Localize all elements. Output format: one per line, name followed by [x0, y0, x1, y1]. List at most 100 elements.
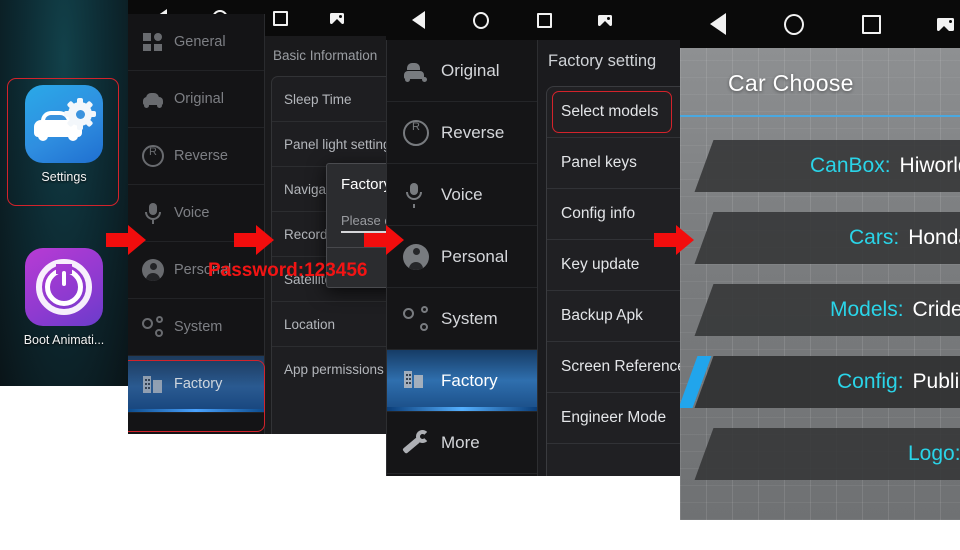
dialog-title: Factory [341, 176, 386, 193]
home-icon[interactable] [784, 13, 804, 35]
row-value: Hiworld [899, 154, 960, 177]
sidebar-item-voice[interactable]: Voice [387, 164, 537, 226]
app-label: Boot Animati... [23, 333, 105, 347]
settings-panel: General Original Reverse Voice Personal [128, 0, 386, 434]
sidebar-item-original[interactable]: Original [128, 71, 264, 128]
sidebar-item-label: Factory [174, 376, 223, 392]
car-icon [142, 88, 164, 110]
car-choose-row-cars[interactable]: Cars: Honda [694, 212, 960, 264]
recents-icon[interactable] [862, 14, 881, 34]
factory-sidebar: Original Reverse Voice Personal System [386, 40, 538, 476]
sidebar-item-label: Factory [441, 370, 498, 390]
row-label: Cars: [848, 226, 900, 249]
launcher-panel: Settings Boot Animati... [0, 0, 128, 386]
gears-icon [403, 305, 429, 332]
row-label: Models: [830, 298, 904, 321]
car-choose-row-logo[interactable]: Logo: [694, 428, 960, 480]
factory-icon [403, 368, 429, 394]
sidebar-item-general[interactable]: General [128, 14, 264, 71]
car-gear-icon [25, 85, 103, 163]
wrench-icon [402, 429, 429, 456]
row-label: CanBox: [810, 154, 891, 177]
app-label: Settings [41, 170, 87, 184]
car-choose-panel: Car Choose CanBox: Hiworld Cars: Honda M… [680, 0, 960, 520]
gear-icon [64, 98, 96, 130]
content-title: Basic Information [273, 48, 378, 63]
general-icon [142, 31, 164, 53]
row-label: Config: [837, 370, 904, 393]
screenshot-icon[interactable] [330, 12, 344, 24]
content-title: Factory setting [548, 52, 657, 70]
reverse-icon [142, 145, 164, 167]
sidebar-item-label: Reverse [441, 122, 505, 142]
factory-content: Factory setting Select models Panel keys… [538, 40, 680, 476]
car-choose-row-config[interactable]: Config: Public [694, 356, 960, 408]
list-item[interactable]: Location [272, 302, 386, 347]
person-icon [142, 259, 164, 281]
microphone-icon [403, 182, 429, 208]
sidebar-item-label: Original [441, 60, 500, 80]
sidebar-item-factory[interactable]: Factory [128, 356, 264, 413]
back-icon[interactable] [710, 13, 726, 35]
sidebar-item-label: General [174, 34, 226, 50]
car-choose-row-canbox[interactable]: CanBox: Hiworld [694, 140, 960, 192]
screenshot-stage: Settings Boot Animati... General Origina… [0, 0, 960, 550]
factory-list: Select models Panel keys Config info Key… [546, 86, 680, 476]
row-value: Crider [912, 298, 960, 321]
factory-setting-panel: Original Reverse Voice Personal System [386, 0, 680, 476]
list-item[interactable]: Panel light setting [272, 122, 386, 167]
app-boot-animation[interactable]: Boot Animati... [0, 248, 128, 347]
title-underline [680, 115, 960, 117]
sidebar-item-label: More [441, 432, 480, 452]
arrow-2 [234, 225, 276, 255]
list-item[interactable]: Engineer Mode [547, 393, 680, 444]
sidebar-item-label: Reverse [174, 148, 228, 164]
sidebar-item-original[interactable]: Original [387, 40, 537, 102]
list-item[interactable]: App permissions [272, 347, 386, 392]
screenshot-icon[interactable] [598, 14, 612, 26]
page-title: Car Choose [728, 70, 854, 96]
list-item[interactable]: Screen Reference [547, 342, 680, 393]
gears-icon [142, 316, 164, 338]
list-item[interactable]: Panel keys [547, 138, 680, 189]
person-icon [403, 243, 429, 270]
recents-icon[interactable] [273, 10, 288, 26]
list-item[interactable]: Backup Apk [547, 291, 680, 342]
password-annotation: Password:123456 [208, 260, 368, 281]
settings-sidebar: General Original Reverse Voice Personal [128, 14, 265, 434]
reverse-icon [403, 119, 429, 146]
sidebar-item-label: Original [174, 91, 224, 107]
microphone-icon [142, 202, 164, 224]
screenshot-icon[interactable] [937, 17, 954, 31]
list-item[interactable]: Select models [547, 87, 680, 138]
sidebar-item-reverse[interactable]: Reverse [128, 128, 264, 185]
factory-icon [142, 373, 164, 395]
car-icon [403, 58, 429, 84]
home-icon[interactable] [473, 11, 489, 29]
sidebar-item-more[interactable]: More [387, 412, 537, 474]
sidebar-item-factory[interactable]: Factory [387, 350, 537, 412]
power-icon [25, 248, 103, 326]
arrow-1 [106, 225, 148, 255]
row-value: Honda [908, 226, 960, 249]
sidebar-item-label: Voice [441, 184, 483, 204]
app-settings[interactable]: Settings [0, 85, 128, 184]
back-icon[interactable] [412, 11, 425, 29]
row-value: Public [912, 370, 960, 393]
row-label: Logo: [908, 442, 960, 465]
android-navbar [680, 0, 960, 48]
list-item[interactable]: Sleep Time [272, 77, 386, 122]
arrow-4 [654, 225, 696, 255]
sidebar-item-label: Personal [441, 246, 509, 266]
sidebar-item-reverse[interactable]: Reverse [387, 102, 537, 164]
arrow-3 [364, 225, 406, 255]
sidebar-item-label: Voice [174, 205, 210, 221]
sidebar-item-system[interactable]: System [128, 299, 264, 356]
android-navbar [386, 0, 680, 40]
car-choose-row-models[interactable]: Models: Crider [694, 284, 960, 336]
sidebar-item-personal[interactable]: Personal [387, 226, 537, 288]
recents-icon[interactable] [537, 12, 552, 28]
sidebar-item-label: System [174, 319, 223, 335]
sidebar-item-label: System [441, 308, 498, 328]
sidebar-item-system[interactable]: System [387, 288, 537, 350]
